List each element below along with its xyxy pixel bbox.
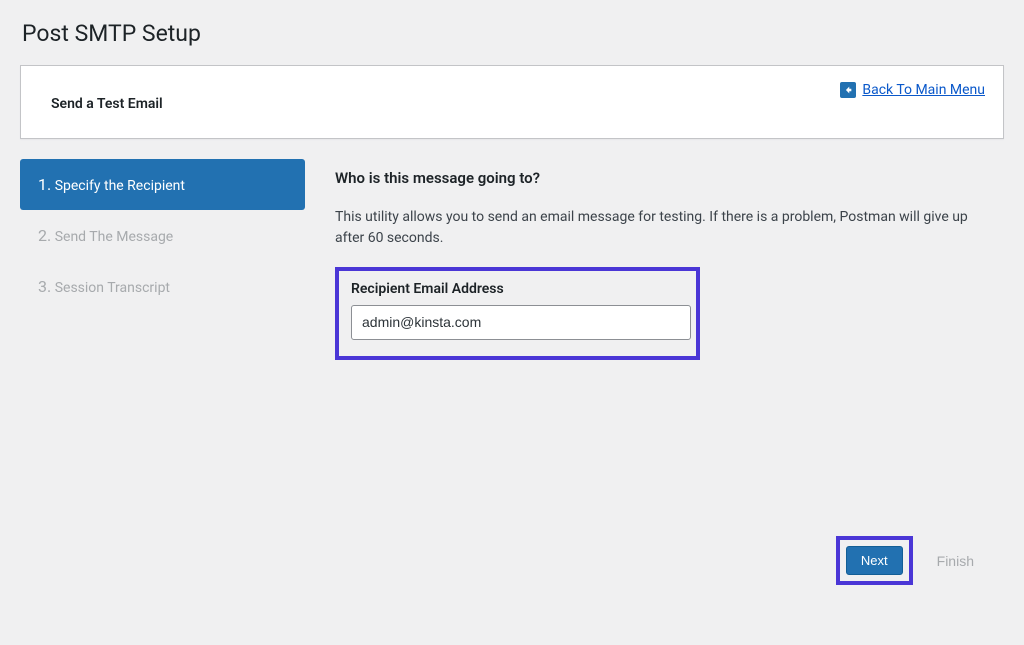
step-label: Session Transcript: [55, 280, 170, 296]
content-heading: Who is this message going to?: [335, 169, 984, 187]
back-to-main-link[interactable]: Back To Main Menu: [840, 82, 985, 98]
back-link-label: Back To Main Menu: [862, 82, 985, 98]
step-number: 3.: [38, 277, 51, 296]
recipient-field-highlight: Recipient Email Address: [335, 267, 700, 360]
step-label: Specify the Recipient: [55, 178, 185, 194]
step-number: 1.: [38, 175, 51, 194]
step-label: Send The Message: [55, 229, 174, 245]
next-button[interactable]: Next: [846, 546, 903, 575]
step-session-transcript[interactable]: 3. Session Transcript: [20, 261, 305, 312]
wizard-steps: 1. Specify the Recipient 2. Send The Mes…: [20, 159, 305, 360]
step-send-message[interactable]: 2. Send The Message: [20, 210, 305, 261]
step-specify-recipient[interactable]: 1. Specify the Recipient: [20, 159, 305, 210]
wizard-content: Who is this message going to? This utili…: [335, 159, 1004, 360]
page-title: Post SMTP Setup: [20, 20, 1004, 47]
recipient-email-input[interactable]: [351, 305, 691, 340]
card-title: Send a Test Email: [51, 96, 973, 112]
wizard-footer: Next Finish: [836, 536, 974, 585]
step-number: 2.: [38, 226, 51, 245]
wizard-container: 1. Specify the Recipient 2. Send The Mes…: [20, 159, 1004, 360]
card-header: Send a Test Email Back To Main Menu: [20, 65, 1004, 139]
recipient-email-label: Recipient Email Address: [351, 281, 684, 297]
back-arrow-icon: [840, 82, 856, 98]
content-description: This utility allows you to send an email…: [335, 207, 984, 249]
finish-button[interactable]: Finish: [937, 553, 974, 569]
next-button-highlight: Next: [836, 536, 913, 585]
